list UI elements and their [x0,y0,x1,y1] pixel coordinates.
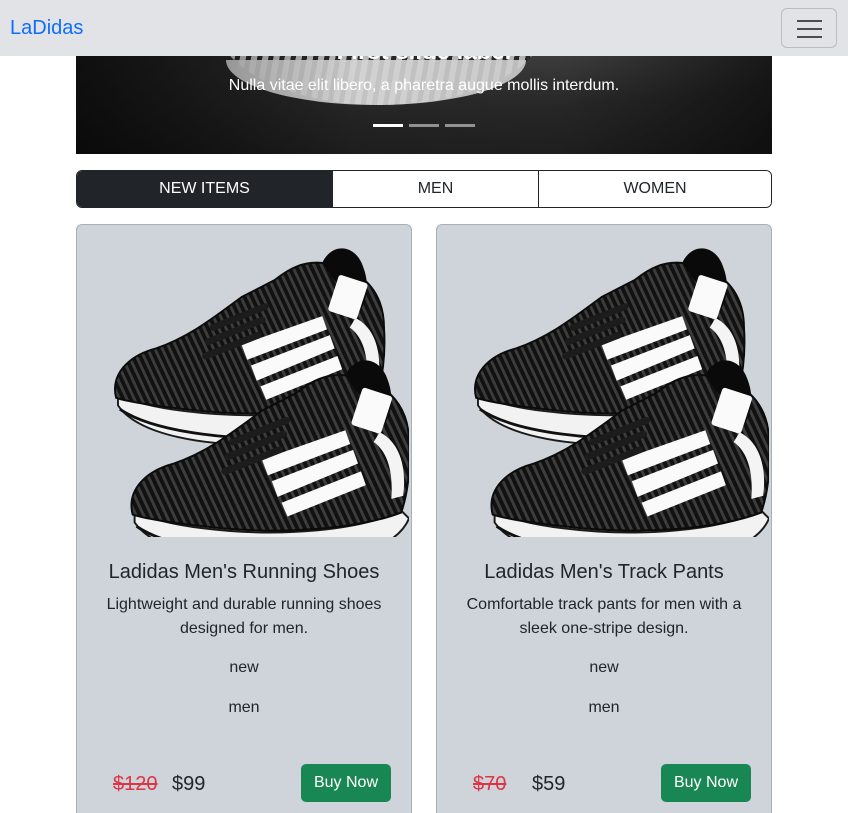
product-tag: new [229,659,259,676]
carousel-caption: Nulla vitae elit libero, a pharetra augu… [228,77,620,94]
product-category: men [228,699,260,716]
old-price: $70 [473,773,507,795]
product-card: Ladidas Men's Running Shoes Lightweight … [76,224,412,813]
product-description: Lightweight and durable running shoes de… [106,596,382,637]
product-title: Ladidas Men's Running Shoes [108,561,380,583]
product-title: Ladidas Men's Track Pants [484,561,724,583]
product-image[interactable] [445,225,769,537]
buy-now-button[interactable]: Buy Now [661,764,751,802]
hamburger-icon [797,20,822,22]
carousel-indicator-3[interactable] [445,124,475,127]
buy-now-button[interactable]: Buy Now [301,764,391,802]
product-image[interactable] [85,225,409,537]
brand-link[interactable]: LaDidas [10,17,83,40]
product-description: Comfortable track pants for men with a s… [466,596,742,637]
carousel-indicator-2[interactable] [409,124,439,127]
tab-women[interactable]: Women [538,171,771,207]
old-price: $120 [113,773,158,795]
product-category: men [588,699,620,716]
tab-men[interactable]: Men [332,171,538,207]
hamburger-icon-bar [797,36,822,38]
carousel-indicators [373,124,475,127]
category-tabs: New Items Men Women [76,170,772,208]
current-price: $59 [532,773,566,795]
current-price: $99 [172,773,206,795]
product-card: Ladidas Men's Track Pants Comfortable tr… [436,224,772,813]
tab-new-items[interactable]: New Items [77,171,332,207]
navbar: LaDidas [0,0,848,56]
hamburger-icon-bar [797,28,822,30]
carousel-indicator-1[interactable] [373,124,403,127]
product-tag: new [589,659,619,676]
menu-toggle-button[interactable] [781,8,837,48]
